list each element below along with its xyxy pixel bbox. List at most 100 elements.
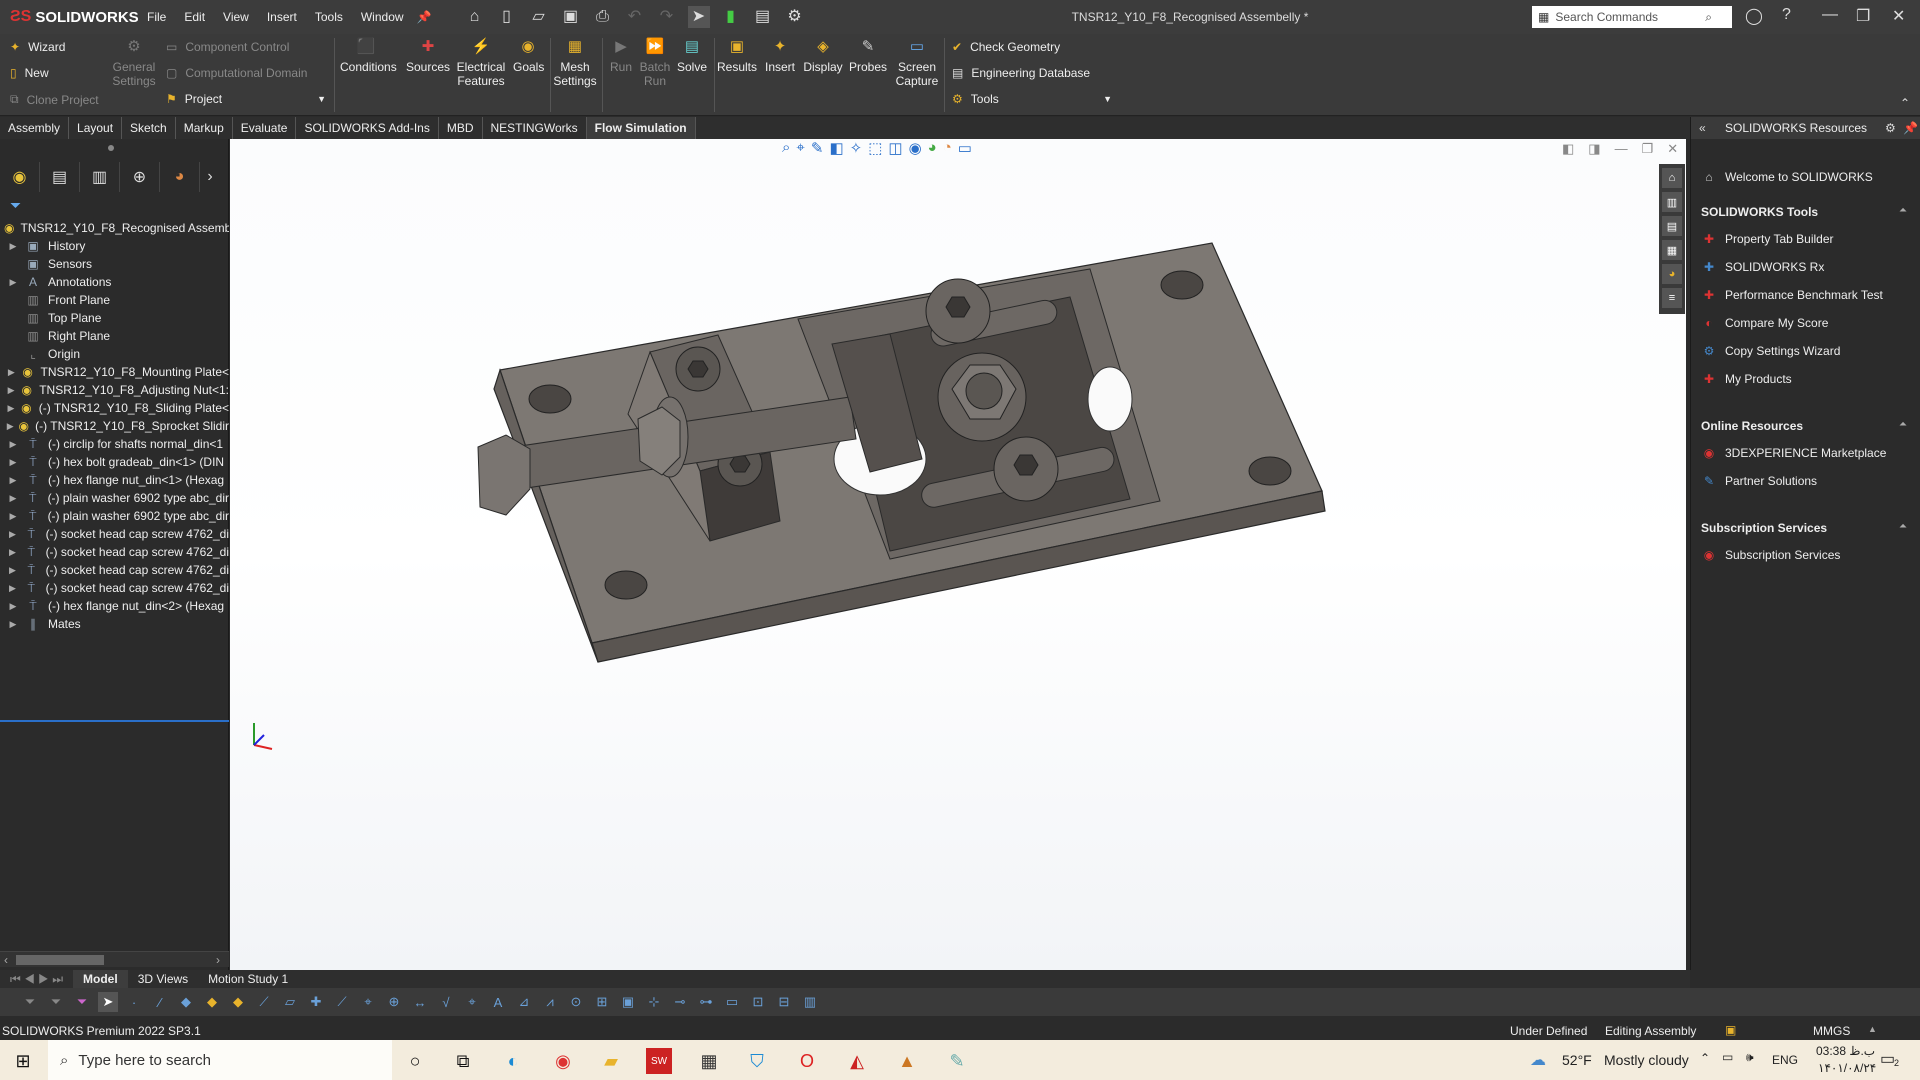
- viewport-restore-icon[interactable]: ❐: [1642, 141, 1654, 157]
- select-all-filters-icon[interactable]: ⏷: [72, 992, 92, 1012]
- print-icon[interactable]: ⎙: [592, 6, 614, 28]
- probes-button[interactable]: ✎ Probes: [846, 39, 890, 74]
- pane-options-icon[interactable]: ⚙: [1885, 121, 1896, 135]
- view-settings-icon[interactable]: ▭: [958, 139, 972, 157]
- panel-splitter-handle[interactable]: [108, 145, 114, 151]
- resource-link[interactable]: ⚙ Copy Settings Wizard: [1701, 343, 1841, 359]
- filter-datum-features-icon[interactable]: ⊿: [514, 992, 534, 1012]
- clone-project-button[interactable]: ⧉ Clone Project: [10, 92, 99, 107]
- resource-link[interactable]: ✚ Performance Benchmark Test: [1701, 287, 1883, 303]
- filter-edges-icon[interactable]: ∕: [150, 992, 170, 1012]
- mesh-settings-button[interactable]: ▦ Mesh Settings: [550, 39, 600, 88]
- collapse-ribbon-icon[interactable]: ⌃: [1900, 96, 1910, 110]
- viewport-close-icon[interactable]: ✕: [1667, 141, 1678, 157]
- filter-blocks-icon[interactable]: ▣: [618, 992, 638, 1012]
- resource-link[interactable]: ✚ SOLIDWORKS Rx: [1701, 259, 1824, 275]
- viewport-minimize-icon[interactable]: —: [1615, 141, 1628, 157]
- filter-geometric-tolerances-icon[interactable]: ⌖: [462, 992, 482, 1012]
- tab-3d-views[interactable]: 3D Views: [128, 970, 198, 988]
- filter-3d-sketch-icon[interactable]: ⊡: [748, 992, 768, 1012]
- scroll-right-icon[interactable]: ›: [216, 953, 220, 967]
- open-folder-icon[interactable]: ▱: [528, 6, 550, 28]
- collapse-section-icon[interactable]: ⏶: [1899, 419, 1907, 430]
- rebuild-icon[interactable]: ▮: [720, 6, 742, 28]
- rebuild-status-icon[interactable]: ▣: [1725, 1023, 1736, 1037]
- weather-temp[interactable]: 52°F: [1562, 1052, 1592, 1068]
- pin-icon[interactable]: 📌: [417, 10, 432, 24]
- filter-icon[interactable]: ⏷: [10, 197, 21, 214]
- zoom-to-fit-icon[interactable]: ⌕: [782, 139, 790, 157]
- network-icon[interactable]: ▭: [1722, 1050, 1733, 1064]
- task-view-icon[interactable]: ⧉: [450, 1048, 476, 1074]
- collapse-section-icon[interactable]: ⏶: [1899, 205, 1907, 216]
- filter-surfaces-icon[interactable]: ◆: [202, 992, 222, 1012]
- menu-tools[interactable]: Tools: [315, 10, 343, 24]
- tab-sketch[interactable]: Sketch: [122, 117, 176, 139]
- tab-flow-simulation[interactable]: Flow Simulation: [586, 117, 696, 139]
- horizontal-scrollbar[interactable]: ‹ ›: [0, 951, 229, 967]
- filter-centerline-icon[interactable]: ⊟: [774, 992, 794, 1012]
- apply-scene-icon[interactable]: ◔: [943, 139, 952, 157]
- filter-mid-surface-icon[interactable]: ▭: [722, 992, 742, 1012]
- display-style-icon[interactable]: ◫: [888, 139, 902, 157]
- scroll-left-icon[interactable]: ‹: [4, 953, 8, 967]
- expand-arrow-icon[interactable]: ▶: [6, 493, 20, 504]
- configuration-manager-tab-icon[interactable]: ▥: [80, 162, 120, 192]
- weather-icon[interactable]: ☁: [1530, 1050, 1546, 1070]
- filter-sketch-points-icon[interactable]: ✚: [306, 992, 326, 1012]
- component-control-button[interactable]: ▭ Component Control: [166, 40, 289, 54]
- clear-filters-icon[interactable]: ⏷: [46, 992, 66, 1012]
- results-button[interactable]: ▣ Results: [716, 39, 758, 74]
- filter-annotation-icon[interactable]: ⊹: [644, 992, 664, 1012]
- account-icon[interactable]: ◯: [1745, 6, 1763, 26]
- expand-arrow-icon[interactable]: ▶: [6, 583, 19, 594]
- section-header[interactable]: SOLIDWORKS Tools: [1701, 205, 1818, 219]
- sources-button[interactable]: ✚ Sources: [402, 39, 454, 74]
- expand-arrow-icon[interactable]: ▶: [6, 241, 20, 252]
- filter-routing-points-icon[interactable]: ⊸: [670, 992, 690, 1012]
- close-icon[interactable]: ✕: [1892, 6, 1905, 26]
- section-view-icon[interactable]: ◧: [829, 139, 843, 157]
- opera-icon[interactable]: O: [794, 1048, 820, 1074]
- units-chevron-up-icon[interactable]: ▲: [1868, 1024, 1877, 1034]
- menu-edit[interactable]: Edit: [184, 10, 205, 24]
- home-icon[interactable]: ⌂: [464, 6, 486, 28]
- expand-arrow-icon[interactable]: ▶: [6, 619, 20, 630]
- display-button[interactable]: ◈ Display: [800, 39, 846, 74]
- dynamic-annotation-icon[interactable]: ✧: [850, 139, 863, 157]
- expand-arrow-icon[interactable]: ▶: [6, 475, 20, 486]
- dimxpert-tab-icon[interactable]: ⊕: [120, 162, 160, 192]
- clock-time[interactable]: 03:38 ب.ظ: [1816, 1044, 1875, 1058]
- resource-link[interactable]: ✚ Property Tab Builder: [1701, 231, 1834, 247]
- view-palette-icon[interactable]: ▦: [1662, 240, 1682, 260]
- minimize-icon[interactable]: —: [1822, 6, 1838, 24]
- search-commands-field[interactable]: ▦ Search Commands ⌕: [1532, 6, 1732, 28]
- language-indicator[interactable]: ENG: [1772, 1053, 1798, 1067]
- general-settings-button[interactable]: ⚙ General Settings: [108, 39, 160, 88]
- expand-arrow-icon[interactable]: ▶: [6, 403, 16, 414]
- tile-left-icon[interactable]: ◧: [1562, 141, 1574, 157]
- property-manager-tab-icon[interactable]: ▤: [40, 162, 80, 192]
- menu-insert[interactable]: Insert: [267, 10, 297, 24]
- plane-app-icon[interactable]: ▲: [894, 1048, 920, 1074]
- expand-arrow-icon[interactable]: ▶: [6, 277, 20, 288]
- menu-file[interactable]: File: [147, 10, 166, 24]
- save-icon[interactable]: ▣: [560, 6, 582, 28]
- welcome-link[interactable]: ⌂ Welcome to SOLIDWORKS: [1701, 169, 1872, 185]
- expand-arrow-icon[interactable]: ▶: [6, 421, 14, 432]
- expand-arrow-icon[interactable]: ▶: [6, 385, 16, 396]
- menu-view[interactable]: View: [223, 10, 249, 24]
- goals-button[interactable]: ◉ Goals: [513, 39, 544, 74]
- resource-link[interactable]: ◉ Subscription Services: [1701, 547, 1841, 563]
- notifications-icon[interactable]: ▭: [1880, 1049, 1895, 1069]
- display-manager-tab-icon[interactable]: ◕: [160, 162, 200, 192]
- wizard-button[interactable]: ✦ Wizard: [10, 40, 65, 54]
- solidworks-taskbar-icon[interactable]: SW: [646, 1048, 672, 1074]
- expand-arrow-icon[interactable]: ▶: [6, 457, 20, 468]
- batch-run-button[interactable]: ⏩ Batch Run: [638, 39, 672, 88]
- filter-axes-icon[interactable]: ⟋: [254, 992, 274, 1012]
- resource-link[interactable]: ◐ Compare My Score: [1701, 315, 1828, 331]
- section-header[interactable]: Online Resources: [1701, 419, 1803, 433]
- restore-icon[interactable]: ❐: [1856, 6, 1870, 26]
- search-icon[interactable]: ⌕: [1705, 10, 1712, 25]
